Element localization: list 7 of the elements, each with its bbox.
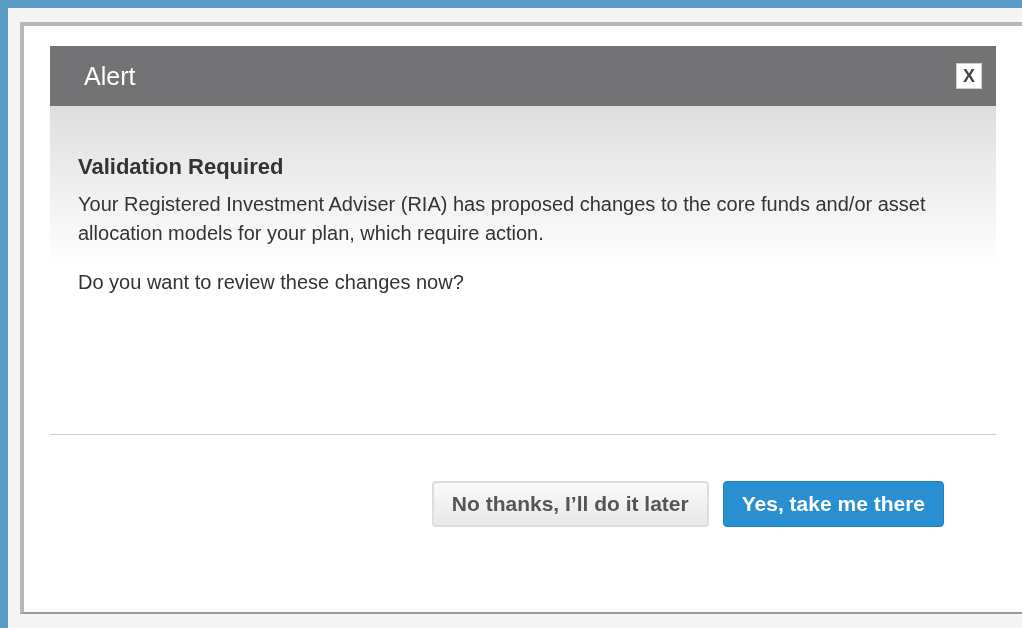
confirm-button[interactable]: Yes, take me there: [722, 481, 944, 527]
decline-button[interactable]: No thanks, I’ll do it later: [431, 481, 709, 527]
message-text: Your Registered Investment Adviser (RIA) has proposed changes to the core funds and/or asset allocation models for your plan, which require action.: [78, 192, 927, 246]
close-button[interactable]: X: [956, 63, 982, 89]
dialog-title: Alert: [84, 61, 136, 91]
message-text: Do you want to review these changes now?: [78, 270, 465, 295]
dialog-heading: Validation Required: [78, 154, 285, 180]
